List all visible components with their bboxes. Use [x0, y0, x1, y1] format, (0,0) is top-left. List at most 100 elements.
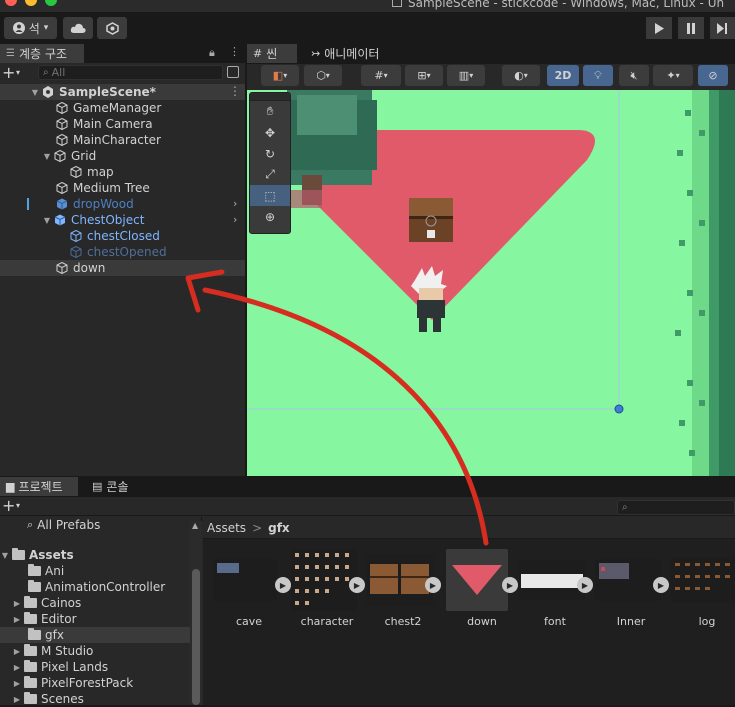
chevron-right-icon[interactable]: ▶ — [12, 663, 22, 672]
hierarchy-item[interactable]: Main Camera — [0, 116, 245, 132]
breadcrumb-root[interactable]: Assets — [207, 521, 246, 535]
asset-item[interactable]: log — [671, 549, 735, 628]
project-tab-label: 프로젝트 — [18, 480, 63, 494]
all-prefabs-item[interactable]: ⌕ All Prefabs — [0, 517, 100, 533]
project-search-input[interactable]: ⌕ — [617, 500, 735, 515]
tree-scrollbar[interactable]: ▲ — [190, 521, 202, 705]
create-plus-icon[interactable]: + — [2, 63, 15, 82]
cloud-button[interactable] — [63, 17, 93, 39]
transform-tool-button[interactable]: ⊕ — [250, 206, 290, 227]
shading-dropdown[interactable]: ◐ ▾ — [502, 65, 540, 86]
play-button[interactable] — [646, 17, 672, 39]
grid-dropdown[interactable]: ▥ ▾ — [447, 65, 485, 86]
hierarchy-item[interactable]: map — [0, 164, 245, 180]
expand-play-icon[interactable]: ▶ — [425, 577, 441, 593]
pause-button[interactable] — [678, 17, 704, 39]
tree-folder-item[interactable]: ▶ Pixel Lands — [0, 659, 108, 675]
chevron-down-icon[interactable]: ▼ — [42, 216, 52, 225]
chevron-right-icon[interactable]: ▶ — [12, 599, 22, 608]
hierarchy-item[interactable]: dropWood › — [0, 196, 245, 212]
tree-folder-item[interactable]: ▼ Assets — [0, 547, 74, 563]
asset-item[interactable]: ▶ Inner — [595, 549, 669, 628]
hierarchy-item[interactable]: down — [0, 260, 245, 276]
hierarchy-search-input[interactable]: ⌕ All — [38, 65, 223, 80]
close-window-button[interactable] — [5, 0, 17, 6]
tab-hierarchy[interactable]: ☰ 계층 구조 — [0, 44, 84, 63]
zoom-window-button[interactable] — [45, 0, 57, 6]
lock-icon[interactable]: 🔒︎ — [209, 46, 215, 60]
rect-tool-button[interactable]: ⬚ — [250, 185, 290, 206]
audio-toggle[interactable]: 🔇︎ — [619, 65, 649, 86]
draw-mode-dropdown[interactable]: ◧ ▾ — [261, 65, 299, 86]
create-caret-icon[interactable]: ▾ — [16, 501, 20, 510]
move-tool-button[interactable]: ✥ — [250, 122, 290, 143]
toggle-2d-button[interactable]: 2D — [547, 65, 579, 86]
chevron-right-icon[interactable]: ▶ — [12, 615, 22, 624]
expand-play-icon[interactable]: ▶ — [653, 577, 669, 593]
scroll-up-icon[interactable]: ▲ — [192, 521, 198, 530]
expand-play-icon[interactable]: ▶ — [577, 577, 593, 593]
asset-item[interactable]: ▶ character — [291, 549, 365, 628]
scale-tool-button[interactable]: ⤢ — [250, 164, 290, 185]
increment-snap-dropdown[interactable]: ⊞ ▾ — [405, 65, 443, 86]
hand-tool-button[interactable]: ✋︎ — [250, 101, 290, 122]
step-button[interactable] — [710, 17, 735, 39]
tools-overlay: ✋︎ ✥ ↻ ⤢ ⬚ ⊕ — [249, 92, 291, 234]
expand-play-icon[interactable]: ▶ — [275, 577, 291, 593]
effects-dropdown[interactable]: ✦ ▾ — [653, 65, 693, 86]
tools-overlay-handle[interactable] — [250, 93, 290, 101]
chevron-right-icon[interactable]: › — [233, 197, 237, 210]
tree-folder-item[interactable]: ▶ Cainos — [0, 595, 81, 611]
asset-item[interactable]: ▶ down — [446, 549, 518, 628]
hidden-objects-toggle[interactable]: ⊘ — [698, 65, 728, 86]
create-caret-icon[interactable]: ▾ — [16, 68, 20, 77]
asset-item[interactable]: ▶ cave — [213, 549, 291, 628]
minimize-window-button[interactable] — [25, 0, 37, 6]
asset-item[interactable]: ▶ chest2 — [367, 549, 441, 628]
expand-play-icon[interactable]: ▶ — [502, 577, 518, 593]
collab-button[interactable] — [97, 17, 127, 39]
panel-menu-icon[interactable]: ⋮ — [229, 45, 240, 58]
render-mode-dropdown[interactable]: ⬡ ▾ — [304, 65, 342, 86]
tree-folder-item[interactable]: Ani — [0, 563, 64, 579]
tree-folder-item[interactable]: AnimationController — [0, 579, 165, 595]
tab-console[interactable]: ▤ 콘솔 — [86, 477, 146, 496]
account-dropdown[interactable]: 석 ▾ — [4, 17, 57, 39]
tree-folder-item[interactable]: ▶ Editor — [0, 611, 77, 627]
hierarchy-item[interactable]: ▼ ChestObject › — [0, 212, 245, 228]
create-plus-icon[interactable]: + — [2, 496, 15, 515]
hierarchy-item[interactable]: chestClosed — [0, 228, 245, 244]
asset-item[interactable]: ▶ font — [519, 549, 593, 628]
chevron-right-icon[interactable]: ▶ — [12, 647, 22, 656]
hierarchy-item[interactable]: Medium Tree — [0, 180, 245, 196]
tab-animator[interactable]: ↣ 애니메이터 — [305, 44, 395, 63]
scene-menu-icon[interactable]: ⋮ — [229, 84, 241, 98]
account-label: 석 — [28, 21, 40, 36]
chevron-right-icon[interactable]: › — [233, 213, 237, 226]
tree-folder-item[interactable]: gfx — [0, 627, 190, 643]
scene-viewport[interactable]: ✋︎ ✥ ↻ ⤢ ⬚ ⊕ — [247, 90, 735, 476]
chevron-down-icon[interactable]: ▼ — [30, 88, 40, 97]
lighting-toggle[interactable]: 💡︎ — [583, 65, 613, 86]
hierarchy-item[interactable]: ▼ Grid — [0, 148, 245, 164]
tree-folder-item[interactable]: ▶ M Studio — [0, 643, 93, 659]
chevron-right-icon[interactable]: ▶ — [12, 679, 22, 688]
snap-dropdown[interactable]: # ▾ — [361, 65, 401, 86]
tab-scene[interactable]: # 씬 — [247, 44, 297, 63]
hierarchy-item[interactable]: chestOpened — [0, 244, 245, 260]
hierarchy-item[interactable]: MainCharacter — [0, 132, 245, 148]
chevron-right-icon[interactable]: ▶ — [12, 695, 22, 704]
tab-project[interactable]: ▆ 프로젝트 — [0, 477, 78, 496]
scene-visibility-icon[interactable] — [227, 66, 239, 78]
tree-folder-item[interactable]: ▶ PixelForestPack — [0, 675, 133, 691]
hierarchy-item[interactable]: GameManager — [0, 100, 245, 116]
chevron-down-icon[interactable]: ▼ — [42, 152, 52, 161]
rotate-tool-button[interactable]: ↻ — [250, 143, 290, 164]
chevron-down-icon[interactable]: ▼ — [0, 551, 10, 560]
scene-name: SampleScene* — [59, 85, 156, 99]
scene-row[interactable]: ▼ SampleScene* ⋮ — [0, 84, 245, 100]
tree-scrollbar-thumb[interactable] — [192, 569, 200, 705]
breadcrumb-current[interactable]: gfx — [268, 521, 290, 535]
folder-tree: ⌕ All Prefabs ▼ Assets Ani AnimationCont… — [0, 517, 202, 706]
expand-play-icon[interactable]: ▶ — [349, 577, 365, 593]
